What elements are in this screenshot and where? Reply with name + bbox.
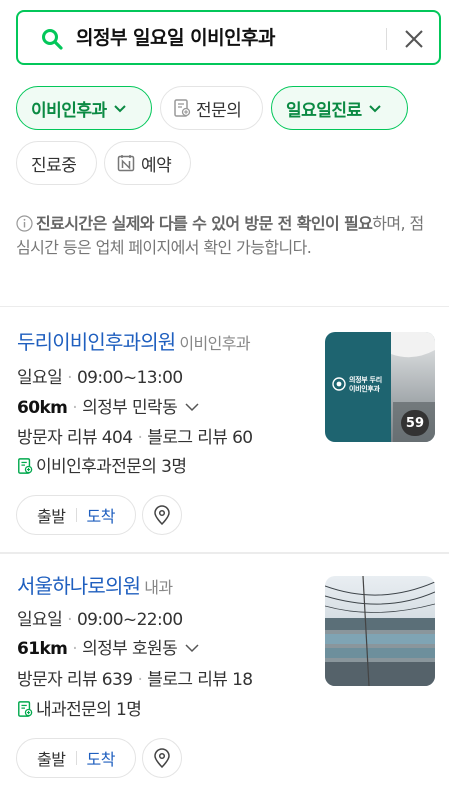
place-category: 내과 [144,578,173,597]
map-pin-button[interactable] [142,738,182,778]
search-divider [386,28,387,50]
chevron-down-icon [368,105,381,113]
map-pin-icon [154,505,170,525]
specialist-info: 내과전문의 1명 [36,700,142,720]
visitor-review-count[interactable]: 방문자 리뷰 639 [17,670,133,690]
close-icon[interactable] [402,27,426,51]
hours-notice: 진료시간은 실제와 다를 수 있어 방문 전 확인이 필요하며, 점심시간 등은… [16,212,436,260]
filter-chip-specialist[interactable]: 전문의 [160,86,263,130]
place-category: 이비인후과 [179,334,251,353]
place-hours-row: 일요일 · 09:00~22:00 [17,610,183,630]
place-name-link[interactable]: 두리이비인후과의원 [17,330,176,354]
distance: 60km [17,398,68,418]
open-day: 일요일 [17,610,63,630]
doctor-note-icon [18,458,33,474]
chevron-down-icon [113,105,126,113]
blog-review-count[interactable]: 블로그 리뷰 60 [147,428,253,448]
open-hours: 09:00~22:00 [76,610,183,630]
clinic-photo [325,576,435,686]
map-pin-icon [154,748,170,768]
arrive-button[interactable]: 도착 [87,746,116,770]
place-thumbnail[interactable] [325,576,435,686]
search-icon [42,29,63,50]
address: 의정부 민락동 [82,398,178,418]
visitor-review-count[interactable]: 방문자 리뷰 404 [17,428,133,448]
chevron-down-icon [185,403,199,412]
filter-chip-label: 예약 [141,155,172,176]
start-button[interactable]: 출발 [37,503,66,527]
place-specialist-row: 내과전문의 1명 [17,698,142,722]
place-name-link[interactable]: 서울하나로의원 [17,574,141,598]
filter-chip-label: 전문의 [196,100,242,121]
place-title-row: 서울하나로의원 내과 [17,574,173,600]
info-icon [16,215,33,232]
filter-chip-label: 이비인후과 [31,100,107,121]
naver-calendar-icon [117,155,135,172]
filter-chip-ent[interactable]: 이비인후과 [16,86,152,130]
place-location-row[interactable]: 60km · 의정부 민락동 [17,396,199,420]
route-button[interactable]: 출발 도착 [16,495,136,535]
place-review-row: 방문자 리뷰 639 · 블로그 리뷰 18 [17,670,253,690]
notice-bold-text: 진료시간은 실제와 다를 수 있어 방문 전 확인이 필요 [36,214,373,233]
place-title-row: 두리이비인후과의원 이비인후과 [17,330,251,356]
arrive-button[interactable]: 도착 [87,503,116,527]
blog-review-count[interactable]: 블로그 리뷰 18 [147,670,253,690]
divider [0,306,449,307]
map-pin-button[interactable] [142,495,182,535]
place-location-row[interactable]: 61km · 의정부 호원동 [17,637,199,661]
place-review-row: 방문자 리뷰 404 · 블로그 리뷰 60 [17,428,253,448]
open-hours: 09:00~13:00 [76,368,183,388]
distance: 61km [17,639,68,659]
divider [0,552,449,554]
search-box[interactable]: 의정부 일요일 이비인후과 [16,10,441,65]
open-day: 일요일 [17,368,63,388]
doctor-note-icon [174,99,191,117]
filter-chip-open-now[interactable]: 진료중 [16,141,97,185]
start-button[interactable]: 출발 [37,746,66,770]
address: 의정부 호원동 [82,639,178,659]
chevron-down-icon [185,644,199,653]
filter-chip-sunday[interactable]: 일요일진료 [271,86,408,130]
place-specialist-row: 이비인후과전문의 3명 [17,455,187,479]
clinic-sign: 의정부 두리 이비인후과 [349,376,382,393]
doctor-note-icon [18,701,33,717]
place-thumbnail[interactable]: 의정부 두리 이비인후과 59 [325,332,435,442]
filter-chip-label: 일요일진료 [286,100,362,121]
search-input[interactable]: 의정부 일요일 이비인후과 [76,25,276,51]
specialist-info: 이비인후과전문의 3명 [36,457,187,477]
route-button[interactable]: 출발 도착 [16,738,136,778]
filter-chip-booking[interactable]: 예약 [104,141,191,185]
place-hours-row: 일요일 · 09:00~13:00 [17,368,183,388]
photo-count-badge: 59 [400,410,429,436]
filter-chip-label: 진료중 [31,155,77,176]
